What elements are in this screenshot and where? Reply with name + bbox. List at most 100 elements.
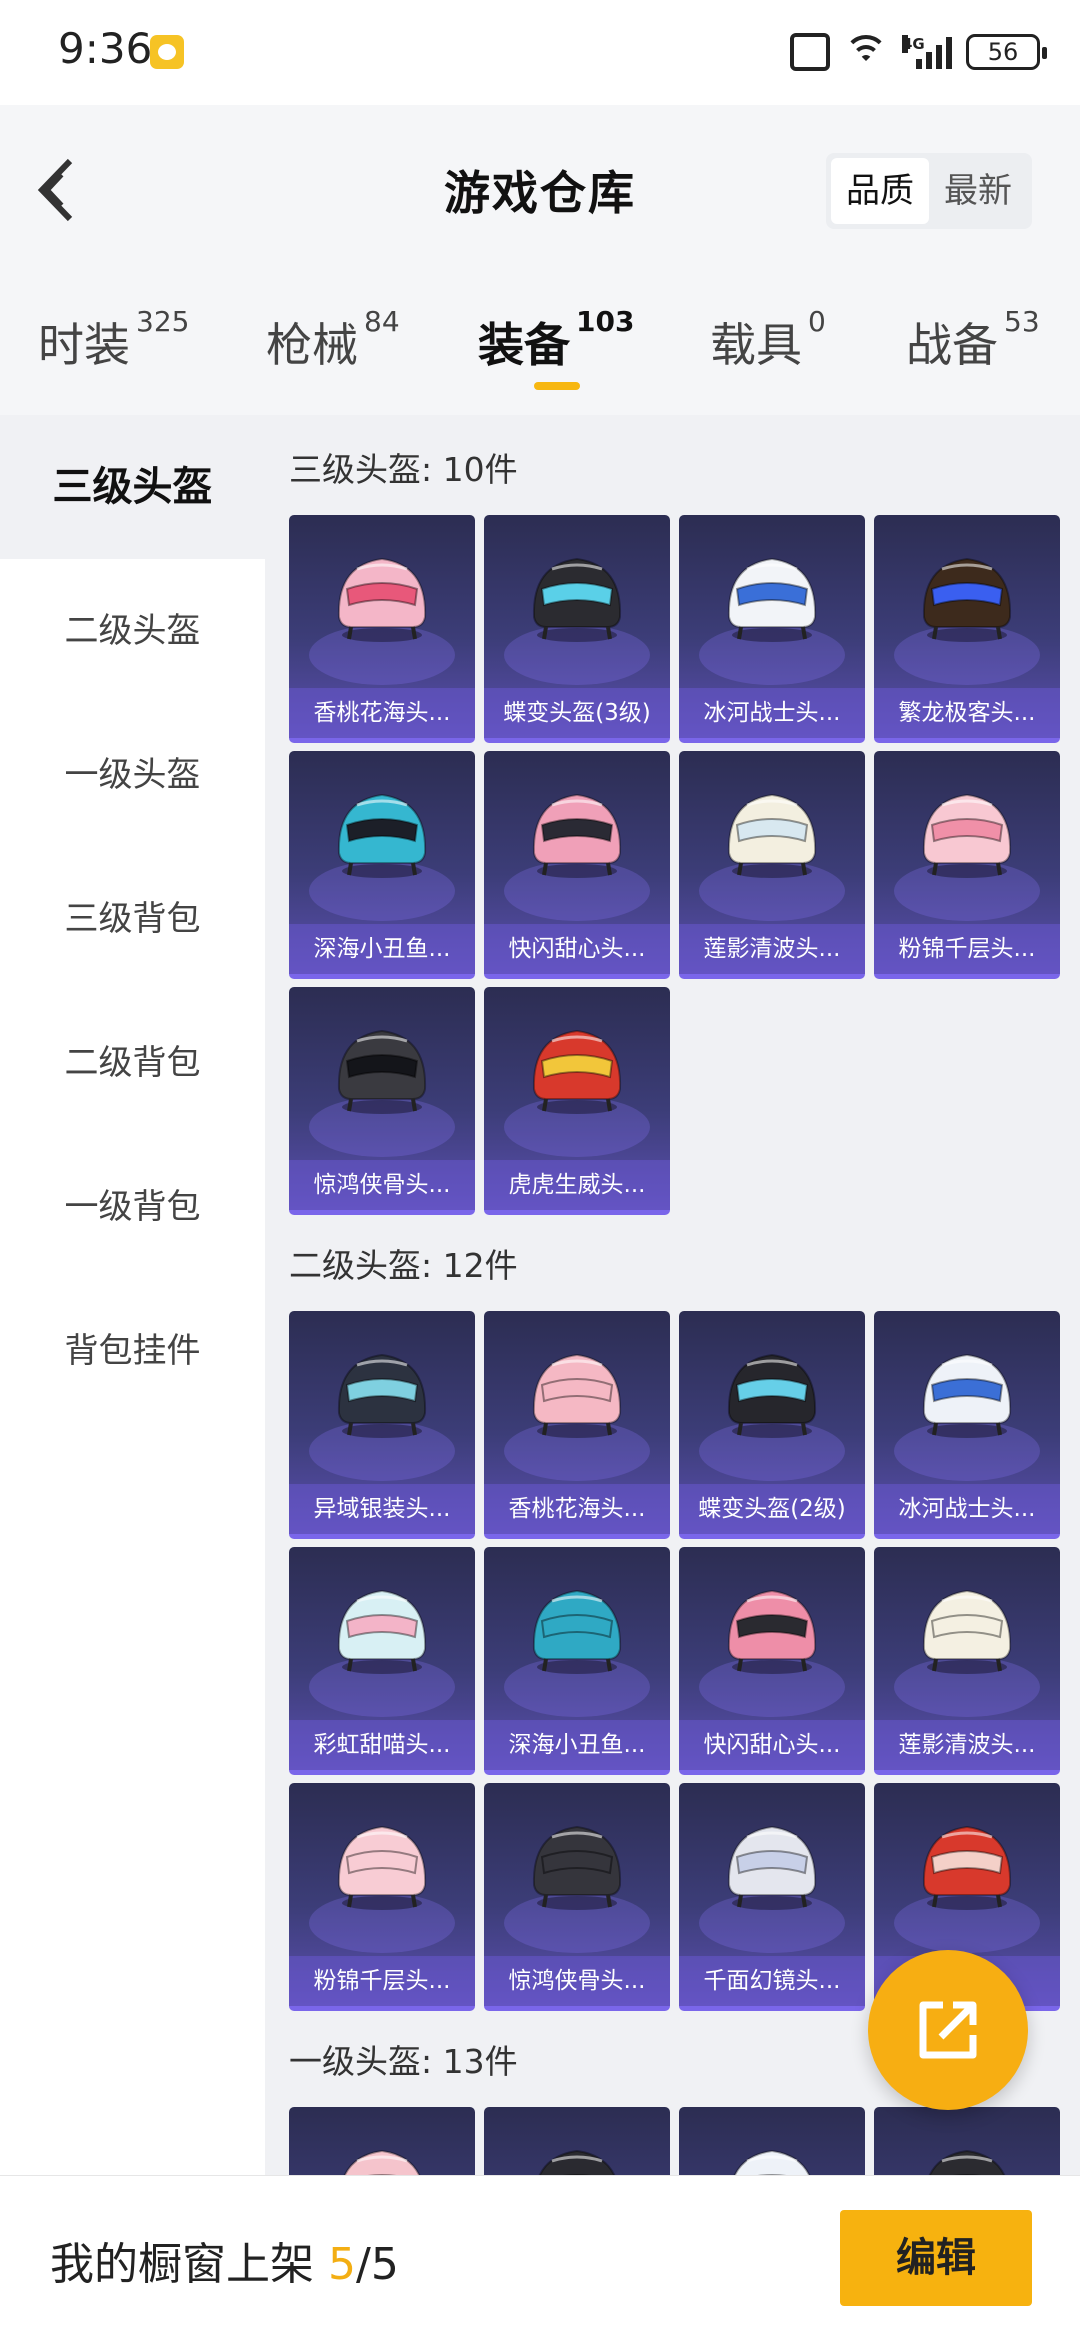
- sidebar-item-level3-helmet[interactable]: 三级头盔: [0, 415, 265, 559]
- edit-button[interactable]: 编辑: [840, 2210, 1032, 2306]
- helmet-icon: [733, 2149, 811, 2175]
- item-card[interactable]: 冰河战士头...: [679, 515, 865, 743]
- item-name: 彩虹甜喵头...: [289, 1720, 475, 1770]
- tab-equipment[interactable]: 装备 103: [478, 305, 634, 375]
- item-card[interactable]: 虎虎生威头...: [484, 987, 670, 1215]
- showcase-status: 我的橱窗上架 5/5: [50, 2228, 399, 2292]
- item-card[interactable]: 冰河战士头...: [874, 1311, 1060, 1539]
- item-card[interactable]: 繁龙极客头...: [874, 515, 1060, 743]
- item-card[interactable]: 香桃花海头...: [484, 1311, 670, 1539]
- item-card[interactable]: 异域银装头...: [289, 1311, 475, 1539]
- helmet-icon: [337, 1589, 427, 1674]
- helmet-icon: [532, 1825, 622, 1910]
- sort-option-newest[interactable]: 最新: [929, 158, 1027, 224]
- item-name: 深海小丑鱼...: [289, 924, 475, 974]
- battery-icon: 56: [966, 34, 1047, 70]
- item-card[interactable]: 莲影清波头...: [874, 1547, 1060, 1775]
- helmet-icon: [727, 557, 817, 642]
- tab-label: 装备: [478, 318, 570, 372]
- item-card[interactable]: [484, 2107, 670, 2175]
- sidebar: 三级头盔 二级头盔 一级头盔 三级背包 二级背包 一级背包 背包挂件: [0, 415, 265, 2175]
- item-card[interactable]: 深海小丑鱼...: [289, 751, 475, 979]
- helmet-icon: [922, 1353, 1012, 1438]
- sidebar-item-level3-backpack[interactable]: 三级背包: [0, 847, 265, 991]
- helmet-icon: [727, 793, 817, 878]
- status-bar: 9:36 4G 56: [0, 0, 1080, 105]
- item-name: 粉锦千层头...: [874, 924, 1060, 974]
- showcase-used-count: 5: [328, 2239, 356, 2290]
- tab-count: 103: [576, 305, 635, 338]
- item-card[interactable]: 莲影清波头...: [679, 751, 865, 979]
- item-list[interactable]: 三级头盔: 10件 香桃花海头... 蝶变头盔(3级) 冰河战士头... 繁龙极客头.…: [265, 415, 1080, 2175]
- signal-icon: 4G: [902, 35, 952, 69]
- header: 游戏仓库 品质 最新: [0, 105, 1080, 275]
- item-name: 繁龙极客头...: [874, 688, 1060, 738]
- sidebar-item-level2-helmet[interactable]: 二级头盔: [0, 559, 265, 703]
- helmet-icon: [337, 1353, 427, 1438]
- tab-label: 战备: [906, 318, 998, 372]
- item-card[interactable]: [679, 2107, 865, 2175]
- item-card[interactable]: [874, 2107, 1060, 2175]
- share-icon: [919, 2001, 977, 2059]
- item-card[interactable]: 彩虹甜喵头...: [289, 1547, 475, 1775]
- item-card[interactable]: 惊鸿侠骨头...: [484, 1783, 670, 2011]
- tab-count: 0: [808, 305, 826, 338]
- tab-label: 载具: [710, 318, 802, 372]
- item-card[interactable]: 惊鸿侠骨头...: [289, 987, 475, 1215]
- tab-label: 枪械: [266, 318, 358, 372]
- helmet-icon: [727, 1353, 817, 1438]
- helmet-icon: [337, 557, 427, 642]
- tab-vehicles[interactable]: 载具 0: [710, 305, 826, 375]
- tab-count: 325: [136, 305, 190, 338]
- item-card[interactable]: 蝶变头盔(3级): [484, 515, 670, 743]
- helmet-icon: [928, 2149, 1006, 2175]
- section-title: 一级头盔: 13件: [289, 2042, 518, 2081]
- share-button[interactable]: [868, 1950, 1028, 2110]
- helmet-icon: [922, 1825, 1012, 1910]
- tab-fashion[interactable]: 时装 325: [38, 305, 189, 375]
- helmet-icon: [532, 1589, 622, 1674]
- tab-supplies[interactable]: 战备 53: [906, 305, 1040, 375]
- vibrate-icon: [790, 33, 830, 71]
- tab-label: 时装: [38, 318, 130, 372]
- helmet-icon: [532, 1353, 622, 1438]
- item-name: 莲影清波头...: [679, 924, 865, 974]
- sidebar-item-level2-backpack[interactable]: 二级背包: [0, 991, 265, 1135]
- item-name: 深海小丑鱼...: [484, 1720, 670, 1770]
- status-icons: 4G 56: [790, 30, 1047, 74]
- sort-toggle: 品质 最新: [826, 153, 1032, 229]
- item-card[interactable]: 香桃花海头...: [289, 515, 475, 743]
- helmet-icon: [922, 557, 1012, 642]
- item-name: 惊鸿侠骨头...: [484, 1956, 670, 2006]
- item-card[interactable]: 快闪甜心头...: [679, 1547, 865, 1775]
- helmet-icon: [532, 793, 622, 878]
- item-name: 蝶变头盔(3级): [484, 688, 670, 738]
- sidebar-item-level1-backpack[interactable]: 一级背包: [0, 1135, 265, 1279]
- sidebar-item-level1-helmet[interactable]: 一级头盔: [0, 703, 265, 847]
- wifi-icon: [844, 35, 888, 69]
- helmet-icon: [337, 1029, 427, 1114]
- helmet-icon: [532, 557, 622, 642]
- helmet-icon: [727, 1589, 817, 1674]
- sidebar-item-backpack-charm[interactable]: 背包挂件: [0, 1279, 265, 1423]
- item-name: 惊鸿侠骨头...: [289, 1160, 475, 1210]
- item-card[interactable]: 粉锦千层头...: [874, 751, 1060, 979]
- sort-option-quality[interactable]: 品质: [831, 158, 929, 224]
- item-name: 虎虎生威头...: [484, 1160, 670, 1210]
- tab-weapons[interactable]: 枪械 84: [266, 305, 400, 375]
- item-card[interactable]: [289, 2107, 475, 2175]
- item-name: 千面幻镜头...: [679, 1956, 865, 2006]
- bottom-bar: 我的橱窗上架 5/5 编辑: [0, 2175, 1080, 2340]
- item-card[interactable]: 蝶变头盔(2级): [679, 1311, 865, 1539]
- item-name: 蝶变头盔(2级): [679, 1484, 865, 1534]
- helmet-icon: [727, 1825, 817, 1910]
- item-card[interactable]: 千面幻镜头...: [679, 1783, 865, 2011]
- showcase-total: /5: [356, 2239, 399, 2290]
- item-card[interactable]: 快闪甜心头...: [484, 751, 670, 979]
- helmet-icon: [922, 793, 1012, 878]
- item-card[interactable]: 粉锦千层头...: [289, 1783, 475, 2011]
- tab-count: 53: [1004, 305, 1040, 338]
- item-name: 香桃花海头...: [484, 1484, 670, 1534]
- item-card[interactable]: 深海小丑鱼...: [484, 1547, 670, 1775]
- helmet-icon: [532, 1029, 622, 1114]
